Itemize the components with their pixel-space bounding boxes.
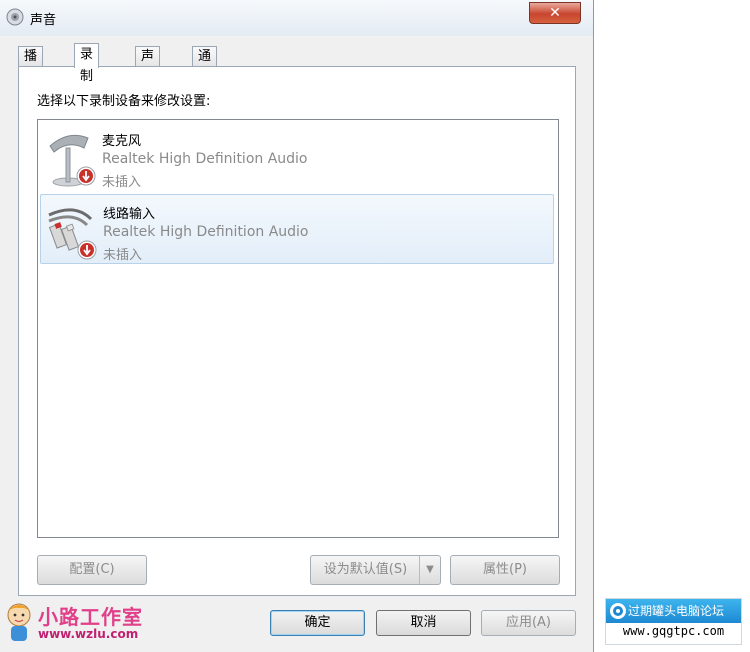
apply-button[interactable]: 应用(A): [481, 610, 576, 636]
cartoon-mascot-icon: [7, 603, 31, 641]
instruction-text: 选择以下录制设备来修改设置:: [37, 94, 211, 109]
device-microphone[interactable]: 麦克风 Realtek High Definition Audio 未插入: [40, 122, 554, 192]
configure-button[interactable]: 配置(C): [37, 555, 147, 585]
device-status: 未插入: [103, 248, 143, 263]
tab-playback[interactable]: 播放: [18, 46, 44, 84]
watermark-right-url: www.gqgtpc.com: [622, 624, 725, 638]
speaker-icon: [6, 8, 24, 26]
device-description: Realtek High Definition Audio: [103, 224, 309, 240]
microphone-icon: [49, 134, 96, 187]
watermark-left-title: 小路工作室: [38, 605, 143, 629]
tab-recording[interactable]: 录制: [74, 43, 100, 84]
device-name: 麦克风: [102, 134, 142, 149]
device-status: 未插入: [102, 175, 142, 190]
close-icon: ✕: [549, 5, 561, 21]
ok-button[interactable]: 确定: [270, 610, 365, 636]
window-title: 声音: [30, 13, 57, 28]
line-in-cable-icon: [48, 208, 97, 260]
title-bar: 声音 ✕: [0, 0, 593, 36]
watermark-right-banner: 过期罐头电脑论坛: [606, 599, 741, 623]
forum-logo-icon: [610, 603, 626, 619]
tab-sounds[interactable]: 声音: [135, 46, 161, 84]
watermark-left-url: www.wzlu.com: [38, 627, 139, 641]
watermark-left: 小路工作室 www.wzlu.com: [0, 599, 160, 649]
properties-button[interactable]: 属性(P): [450, 555, 560, 585]
set-default-button[interactable]: 设为默认值(S) ▼: [310, 555, 441, 585]
device-line-in[interactable]: 线路输入 Realtek High Definition Audio 未插入: [40, 194, 554, 264]
tab-communications[interactable]: 通信: [192, 46, 218, 84]
recording-panel: 选择以下录制设备来修改设置: 麦克风 Realtek High Definiti…: [18, 66, 576, 596]
device-name: 线路输入: [103, 207, 156, 222]
device-list[interactable]: 麦克风 Realtek High Definition Audio 未插入 线路…: [37, 119, 559, 538]
set-default-label: 设为默认值(S): [323, 562, 408, 577]
device-description: Realtek High Definition Audio: [102, 151, 308, 167]
close-button[interactable]: ✕: [529, 2, 581, 24]
chevron-down-icon[interactable]: ▼: [419, 556, 440, 584]
cancel-button[interactable]: 取消: [376, 610, 471, 636]
sound-dialog: 声音 ✕ 播放 录制 声音 通信 选择以下录制设备来修改设置: 麦克风 R: [0, 0, 594, 652]
watermark-right: 过期罐头电脑论坛 www.gqgtpc.com: [605, 598, 742, 645]
watermark-right-title: 过期罐头电脑论坛: [628, 604, 725, 618]
